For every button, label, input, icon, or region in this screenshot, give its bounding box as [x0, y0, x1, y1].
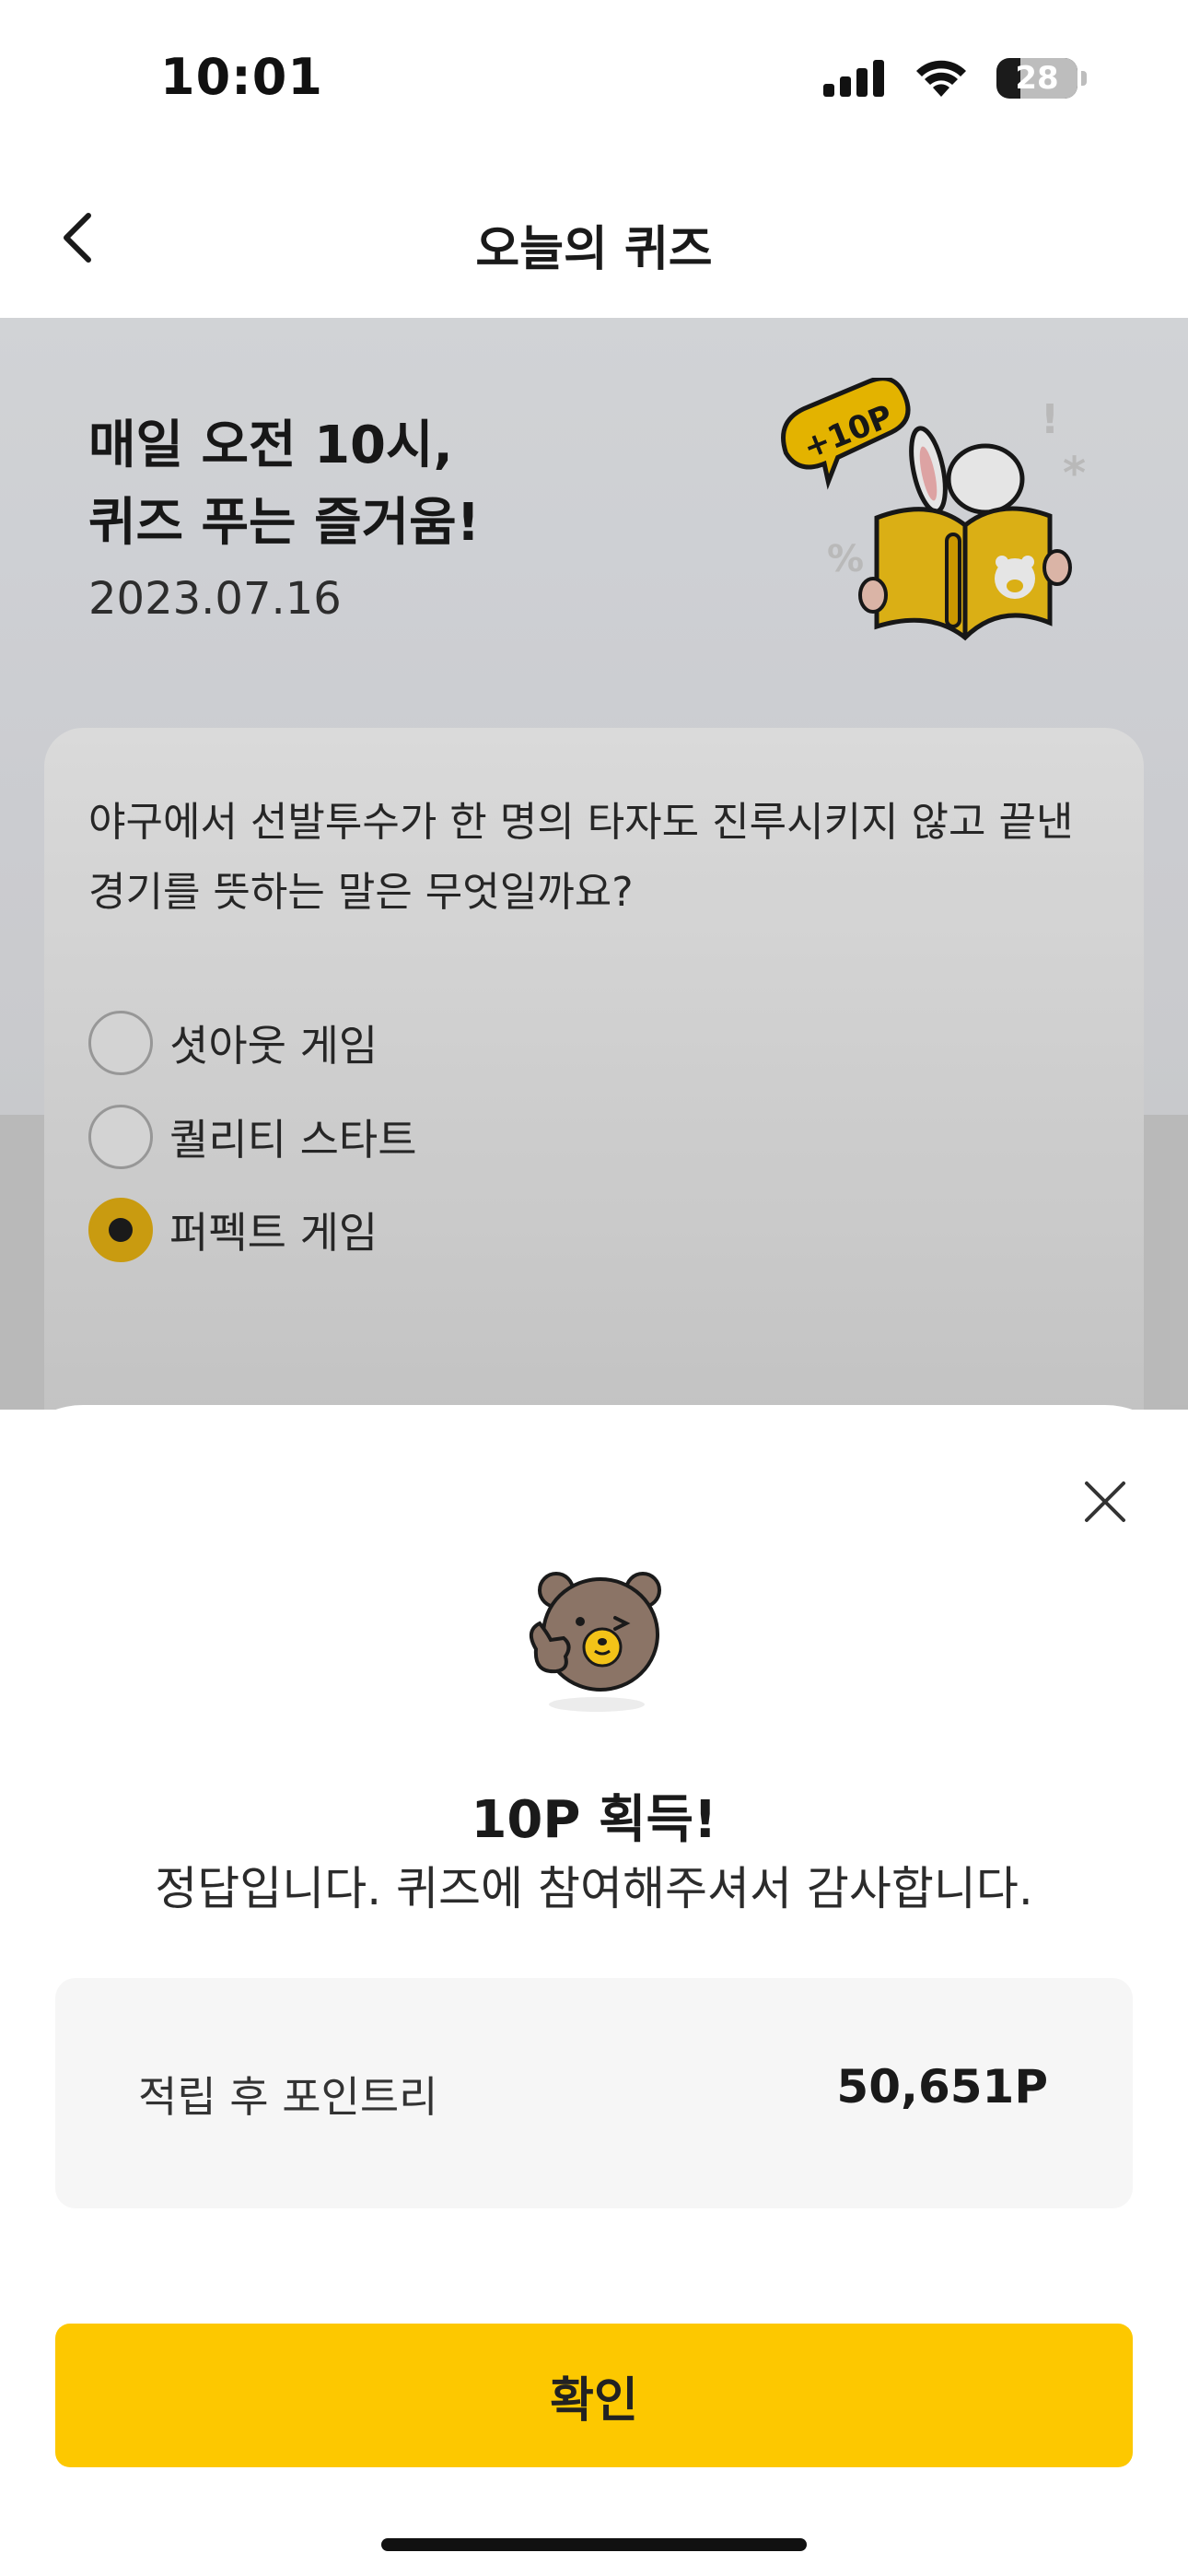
close-icon: [1085, 1481, 1125, 1522]
close-button[interactable]: [1076, 1472, 1135, 1531]
battery-level: 28: [1015, 60, 1059, 97]
result-message: 정답입니다. 퀴즈에 참여해주셔서 감사합니다.: [155, 1862, 1033, 1915]
points-value: 50,651P: [836, 2060, 1048, 2113]
battery-cap: [1081, 71, 1087, 86]
points-earned-title: 10P 획득!: [471, 1790, 717, 1850]
wifi-icon: [916, 60, 966, 97]
status-icons: 28: [823, 55, 1087, 101]
status-time: 10:01: [160, 48, 323, 106]
modal-backdrop[interactable]: [0, 318, 1188, 1410]
bear-thumbs-up-icon: [529, 1572, 661, 1712]
page-title: 오늘의 퀴즈: [475, 222, 713, 277]
confirm-button[interactable]: 확인: [55, 2324, 1133, 2467]
cellular-signal-icon: [823, 60, 884, 97]
status-bar: 10:01 28: [0, 0, 1188, 157]
nav-bar: 오늘의 퀴즈: [0, 157, 1188, 318]
home-indicator[interactable]: [381, 2538, 807, 2551]
battery-icon: 28: [996, 58, 1077, 99]
points-label: 적립 후 포인트리: [138, 2072, 438, 2122]
